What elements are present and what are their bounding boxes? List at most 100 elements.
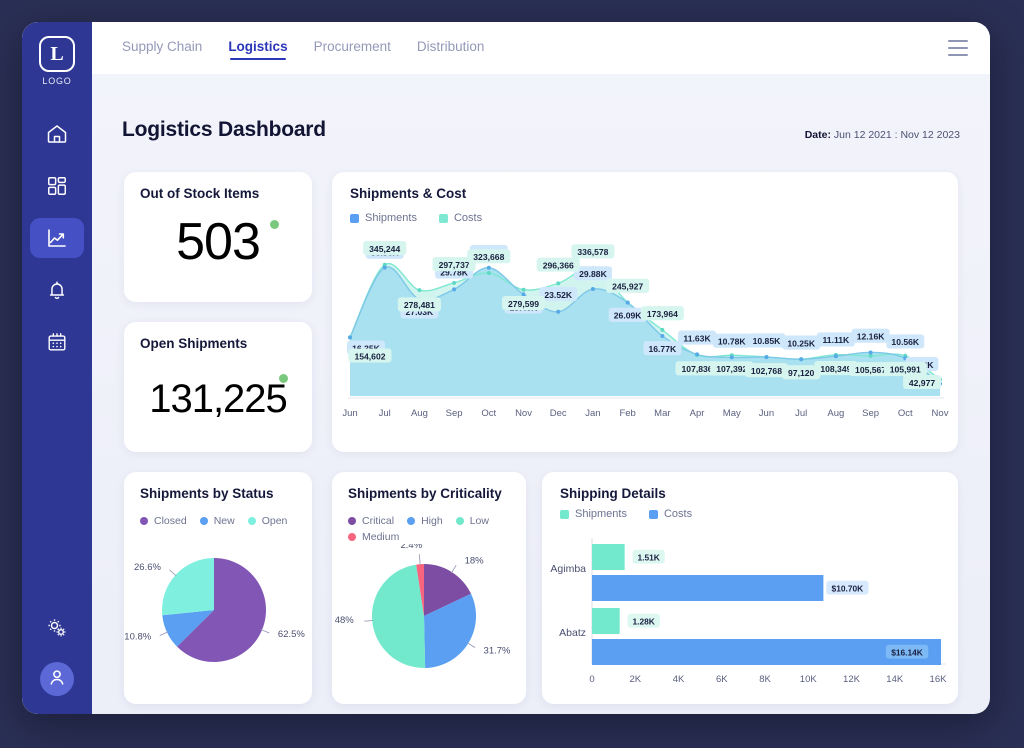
- sidebar-item-notifications[interactable]: [30, 270, 84, 310]
- sidebar-item-settings[interactable]: [30, 608, 84, 648]
- legend-item-high[interactable]: High: [407, 515, 443, 527]
- legend-label: Medium: [362, 531, 400, 543]
- kpi-card-open-shipments[interactable]: Open Shipments 131,225: [124, 322, 312, 452]
- date-range-label: Date:: [804, 129, 831, 141]
- data-point-costs: [452, 280, 457, 285]
- logo-label: LOGO: [42, 76, 72, 86]
- tab-supply-chain[interactable]: Supply Chain: [122, 39, 202, 57]
- pie-slice-label: 2.4%: [401, 544, 423, 551]
- sidebar-item-dashboards[interactable]: [30, 166, 84, 206]
- legend-swatch-new: [199, 517, 208, 525]
- y-axis-category-label: Abatz: [559, 627, 586, 639]
- data-point-shipments: [348, 335, 352, 340]
- chart-legend: Closed New Open: [140, 515, 305, 527]
- legend-item-low[interactable]: Low: [455, 515, 489, 527]
- chart-card-shipments-and-cost: Shipments & Cost Shipments Costs 16.35K3…: [332, 172, 958, 452]
- app-logo[interactable]: L LOGO: [39, 36, 75, 86]
- legend-item-costs[interactable]: Costs: [438, 212, 483, 224]
- x-axis-tick-label: Nov: [515, 408, 532, 419]
- data-label: 10.25K: [787, 338, 816, 348]
- tab-procurement[interactable]: Procurement: [314, 39, 391, 57]
- legend-label: New: [213, 515, 235, 527]
- x-axis-tick-label: 4K: [673, 674, 685, 685]
- data-label-pill: 296,366: [536, 257, 580, 272]
- pie-leader-line: [159, 631, 169, 637]
- status-badge: [279, 374, 288, 383]
- pie-slice-label: 48%: [335, 615, 355, 626]
- pie-leader-line: [467, 642, 476, 648]
- home-icon: [45, 122, 69, 146]
- bar-agimba-costs[interactable]: [592, 575, 824, 601]
- data-label: 10.56K: [891, 337, 920, 347]
- bar-abatz-shipments[interactable]: [592, 608, 620, 634]
- page-title: Logistics Dashboard: [122, 118, 326, 141]
- data-point-shipments: [486, 265, 491, 270]
- dashboard-page: Logistics Dashboard Date: Jun 12 2021 : …: [92, 74, 990, 714]
- x-axis-tick-label: 8K: [759, 674, 771, 685]
- pie-leader-line: [169, 569, 177, 577]
- legend-item-shipments[interactable]: Shipments: [560, 508, 627, 520]
- bell-icon: [46, 279, 68, 301]
- x-axis-tick-label: Aug: [411, 408, 428, 419]
- chart-legend: Critical High Low Medium: [348, 515, 520, 543]
- data-label: 107,392: [716, 364, 747, 374]
- x-axis-tick-label: 10K: [800, 674, 818, 685]
- legend-item-open[interactable]: Open: [247, 515, 287, 527]
- pie-slice-label: 62.5%: [278, 629, 305, 640]
- data-label-pill: $10.70K: [826, 580, 869, 595]
- legend-item-new[interactable]: New: [199, 515, 235, 527]
- legend-swatch-medium: [348, 533, 356, 541]
- data-label-pill: 336,578: [571, 244, 615, 259]
- data-label: 323,668: [473, 252, 504, 262]
- sidebar-nav: [22, 114, 92, 362]
- data-point-shipments: [799, 357, 804, 362]
- status-badge: [270, 220, 279, 229]
- data-point-costs: [486, 271, 491, 276]
- x-axis-tick-label: Nov: [932, 408, 949, 419]
- sidebar: L LOGO: [22, 22, 92, 714]
- data-point-shipments: [556, 309, 561, 314]
- pie-slice-open[interactable]: [162, 558, 214, 616]
- chart-legend: Shipments Costs: [560, 508, 692, 520]
- bar-agimba-shipments[interactable]: [592, 544, 625, 570]
- tab-logistics[interactable]: Logistics: [228, 39, 288, 60]
- data-label: 11.63K: [683, 333, 711, 343]
- tab-distribution[interactable]: Distribution: [417, 39, 485, 57]
- sidebar-item-account[interactable]: [40, 662, 74, 696]
- data-point-shipments: [521, 292, 526, 297]
- legend-item-critical[interactable]: Critical: [348, 515, 394, 527]
- legend-swatch-shipments: [560, 509, 569, 519]
- kpi-card-out-of-stock[interactable]: Out of Stock Items 503: [124, 172, 312, 302]
- data-label: 23.52K: [544, 290, 573, 300]
- data-label-pill: 11.11K: [816, 332, 855, 347]
- data-label: 11.11K: [822, 335, 850, 345]
- settings-gears-icon: [45, 616, 69, 640]
- pie-slice-label: 18%: [465, 555, 485, 566]
- date-range-value: Jun 12 2021 : Nov 12 2023: [833, 129, 960, 141]
- x-axis-tick-label: 2K: [629, 674, 641, 685]
- pie-slice-low[interactable]: [371, 564, 426, 668]
- kpi-label: Out of Stock Items: [140, 186, 260, 201]
- data-label-pill: 10.25K: [782, 335, 821, 350]
- pie-leader-line: [260, 629, 270, 634]
- data-label: 10.78K: [718, 336, 747, 346]
- legend-item-shipments[interactable]: Shipments: [350, 212, 417, 224]
- data-label: 10.85K: [753, 336, 782, 346]
- sidebar-item-calendar[interactable]: [30, 322, 84, 362]
- data-label-pill: 154,602: [348, 348, 392, 363]
- legend-item-closed[interactable]: Closed: [140, 515, 187, 527]
- legend-item-costs[interactable]: Costs: [648, 508, 692, 520]
- sidebar-item-analytics[interactable]: [30, 218, 84, 258]
- x-axis-tick-label: Jul: [795, 408, 807, 419]
- pie-slice-label: 31.7%: [484, 646, 511, 657]
- legend-swatch-open: [247, 517, 256, 525]
- nav-tabs: Supply Chain Logistics Procurement Distr…: [122, 39, 485, 60]
- x-axis-tick-label: 6K: [716, 674, 728, 685]
- data-label: 97,120: [788, 368, 815, 378]
- sidebar-item-home[interactable]: [30, 114, 84, 154]
- legend-item-medium[interactable]: Medium: [348, 531, 399, 543]
- data-label: 1.28K: [633, 616, 655, 626]
- legend-label: Costs: [453, 212, 483, 224]
- hamburger-icon[interactable]: [948, 40, 968, 56]
- top-navigation-bar: Supply Chain Logistics Procurement Distr…: [92, 22, 990, 74]
